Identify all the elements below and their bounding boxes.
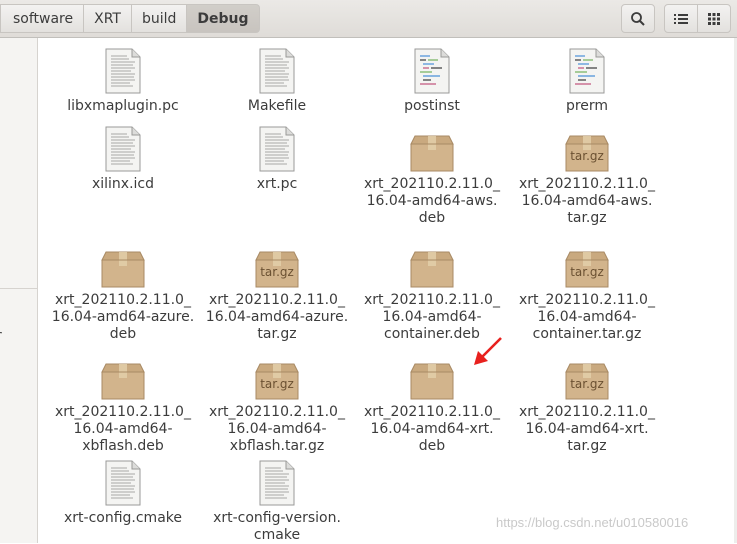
sidebar-item-label[interactable]: r: [0, 328, 2, 344]
tar-archive-icon: tar.gz: [255, 363, 299, 400]
file-item[interactable]: tar.gz xrt_202110.2.11.0_ 16.04-amd64- co…: [509, 242, 665, 343]
sidebar-divider: [0, 288, 37, 289]
file-name-label: prerm: [565, 98, 609, 114]
text-file-icon: [105, 126, 141, 172]
file-item[interactable]: tar.gz xrt_202110.2.11.0_ 16.04-amd64-xrt…: [509, 354, 665, 455]
deb-package-icon: [101, 251, 145, 288]
file-item[interactable]: tar.gz xrt_202110.2.11.0_ 16.04-amd64- xb…: [199, 354, 355, 455]
file-item[interactable]: libxmaplugin.pc: [45, 48, 201, 115]
annotation-arrow-icon: [474, 337, 502, 365]
archive-badge: tar.gz: [570, 265, 604, 279]
archive-badge: tar.gz: [260, 265, 294, 279]
deb-package-icon: [410, 135, 454, 172]
file-item[interactable]: xrt_202110.2.11.0_ 16.04-amd64- xbflash.…: [45, 354, 201, 455]
file-item[interactable]: xrt_202110.2.11.0_ 16.04-amd64- containe…: [354, 242, 510, 343]
file-name-label: Makefile: [247, 98, 307, 114]
file-name-label: xrt_202110.2.11.0_ 16.04-amd64-azure. de…: [51, 292, 195, 342]
script-file-icon: [569, 48, 605, 94]
breadcrumb-debug[interactable]: Debug: [187, 4, 260, 33]
file-item[interactable]: xilinx.icd: [45, 126, 201, 193]
file-item[interactable]: tar.gz xrt_202110.2.11.0_ 16.04-amd64-azu…: [199, 242, 355, 343]
file-name-label: xrt-config.cmake: [63, 510, 182, 526]
breadcrumb-build[interactable]: build: [131, 4, 188, 33]
breadcrumb-xrt[interactable]: XRT: [84, 4, 132, 33]
file-name-label: xrt_202110.2.11.0_ 16.04-amd64- containe…: [519, 292, 655, 342]
file-name-label: xrt_202110.2.11.0_ 16.04-amd64-xrt. deb: [364, 404, 500, 454]
sidebar: r: [0, 38, 38, 543]
file-name-label: postinst: [404, 98, 460, 114]
tar-archive-icon: tar.gz: [565, 135, 609, 172]
text-file-icon: [105, 460, 141, 506]
file-item[interactable]: postinst: [354, 48, 510, 115]
file-name-label: xrt_202110.2.11.0_ 16.04-amd64-aws. tar.…: [519, 176, 655, 226]
file-item[interactable]: xrt_202110.2.11.0_ 16.04-amd64-aws. deb: [354, 126, 510, 227]
archive-badge: tar.gz: [570, 149, 604, 163]
file-item[interactable]: Makefile: [199, 48, 355, 115]
archive-badge: tar.gz: [570, 377, 604, 391]
file-name-label: libxmaplugin.pc: [67, 98, 179, 114]
grid-view-button[interactable]: [697, 4, 731, 33]
list-view-button[interactable]: [664, 4, 698, 33]
watermark: https://blog.csdn.net/u010580016: [496, 515, 689, 530]
text-file-icon: [259, 460, 295, 506]
text-file-icon: [259, 48, 295, 94]
tar-archive-icon: tar.gz: [255, 251, 299, 288]
deb-package-icon: [101, 363, 145, 400]
script-file-icon: [414, 48, 450, 94]
header-bar: software XRT build Debug: [0, 0, 737, 38]
breadcrumb: software XRT build Debug: [0, 4, 260, 34]
search-button[interactable]: [621, 4, 655, 33]
file-name-label: xrt_202110.2.11.0_ 16.04-amd64-aws. deb: [364, 176, 500, 226]
file-name-label: xrt_202110.2.11.0_ 16.04-amd64- xbflash.…: [209, 404, 345, 454]
text-file-icon: [259, 126, 295, 172]
grid-view-icon: [708, 12, 720, 25]
deb-package-icon: [410, 363, 454, 400]
breadcrumb-software[interactable]: software: [0, 4, 85, 33]
tar-archive-icon: tar.gz: [565, 363, 609, 400]
file-name-label: xrt.pc: [256, 176, 298, 192]
tar-archive-icon: tar.gz: [565, 251, 609, 288]
file-item[interactable]: tar.gz xrt_202110.2.11.0_ 16.04-amd64-aws…: [509, 126, 665, 227]
file-item[interactable]: xrt-config.cmake: [45, 460, 201, 527]
text-file-icon: [105, 48, 141, 94]
file-item[interactable]: xrt.pc: [199, 126, 355, 193]
file-item[interactable]: prerm: [509, 48, 665, 115]
archive-badge: tar.gz: [260, 377, 294, 391]
search-icon: [631, 11, 645, 26]
file-name-label: xilinx.icd: [91, 176, 155, 192]
file-name-label: xrt_202110.2.11.0_ 16.04-amd64- xbflash.…: [55, 404, 191, 454]
list-view-icon: [674, 13, 688, 24]
file-name-label: xrt_202110.2.11.0_ 16.04-amd64-xrt. tar.…: [519, 404, 655, 454]
file-item[interactable]: xrt-config-version. cmake: [199, 460, 355, 544]
file-name-label: xrt_202110.2.11.0_ 16.04-amd64-azure. ta…: [205, 292, 349, 342]
file-item[interactable]: xrt_202110.2.11.0_ 16.04-amd64-azure. de…: [45, 242, 201, 343]
deb-package-icon: [410, 251, 454, 288]
file-name-label: xrt-config-version. cmake: [213, 510, 341, 543]
